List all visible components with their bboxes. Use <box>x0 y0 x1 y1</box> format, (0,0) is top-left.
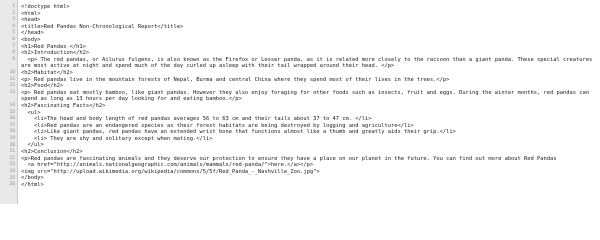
code-line[interactable]: <img src="http://upload.wikimedia.org/wi… <box>21 169 600 176</box>
line-number: 11 <box>9 76 15 82</box>
code-text: <html> <box>21 10 41 17</box>
code-area[interactable]: <!doctype html> <html> <head> <title>Red Pa… <box>18 0 600 204</box>
code-line[interactable]: <li>Like giant pandas, red pandas have a… <box>21 129 600 136</box>
line-number: 24 <box>9 169 15 174</box>
code-text: <li> They are shy and solitary except wh… <box>21 135 213 142</box>
line-number: 10 <box>9 70 15 75</box>
code-line[interactable]: <a href="http://animals.nationalgeograph… <box>21 162 600 169</box>
line-number: 7 <box>12 43 15 49</box>
line-number: 14 <box>9 103 15 108</box>
code-line[interactable]: spend as long as 13 hours per day lookin… <box>21 96 600 103</box>
code-text: <li>Red pandas are an endangered species… <box>21 122 414 129</box>
code-line[interactable]: <head> <box>21 17 600 24</box>
code-line[interactable]: <ul> <box>21 110 600 117</box>
code-line[interactable]: are most active at night and spend much … <box>21 63 600 70</box>
line-number: 6 <box>12 37 15 42</box>
line-number: 9 <box>12 56 15 62</box>
code-editor[interactable]: <!doctype html> <html> <head> <title>Red Pa… <box>0 0 600 204</box>
line-number: 5 <box>12 30 15 36</box>
line-number: 1 <box>12 4 15 9</box>
line-number: 15 <box>9 109 15 115</box>
line-number: 22 <box>9 155 15 161</box>
line-number: 25 <box>9 175 15 181</box>
code-text: <img src="http://upload.wikimedia.org/wi… <box>21 168 320 175</box>
code-text: <title>Red Pandas Non-Chronological Repo… <box>21 23 184 30</box>
code-text: <body> <box>21 36 41 43</box>
line-number: 2 <box>12 10 15 16</box>
line-number: 8 <box>12 50 15 56</box>
code-text: <h2>Fascinating Facts</h2> <box>21 102 106 109</box>
code-line[interactable]: <h2>Introduction</h2> <box>21 50 600 57</box>
code-text: <p>Red pandas are fascinating animals an… <box>21 155 557 162</box>
code-text: <h1>Red Pandas </h1> <box>21 43 86 50</box>
code-line[interactable]: <p> The red pandas, or Ailurus fulgens, … <box>21 57 600 64</box>
code-text: <p> Red pandas live in the mountain fore… <box>21 76 450 83</box>
line-number: 20 <box>9 142 15 148</box>
code-line[interactable]: <h2>Habitat</h2> <box>21 70 600 77</box>
code-line[interactable]: <p>Red pandas are fascinating animals an… <box>21 156 600 163</box>
code-text: are most active at night and spend much … <box>21 63 395 70</box>
code-line[interactable]: <li> They are shy and solitary except wh… <box>21 136 600 143</box>
code-line[interactable]: <h1>Red Pandas </h1> <box>21 44 600 51</box>
code-text: </ul> <box>21 142 44 149</box>
code-line[interactable]: </head> <box>21 30 600 37</box>
line-number: 23 <box>9 162 15 168</box>
code-line[interactable]: <h2>Fascinating Facts</h2> <box>21 103 600 110</box>
line-number: 17 <box>9 122 15 128</box>
code-line[interactable]: </body> <box>21 175 600 182</box>
code-line[interactable]: <body> <box>21 37 600 44</box>
line-number: 12 <box>9 83 15 89</box>
line-number: 4 <box>12 23 15 29</box>
code-text: spend as long as 13 hours per day lookin… <box>21 96 242 103</box>
line-number: 13 <box>9 89 15 95</box>
code-line[interactable]: <h2>Conclusion</h2> <box>21 149 600 156</box>
code-text: </head> <box>21 30 44 37</box>
code-line[interactable]: <h2>Food</h2> <box>21 83 600 90</box>
code-line[interactable]: </ul> <box>21 142 600 149</box>
code-line[interactable]: <title>Red Pandas Non-Chronological Repo… <box>21 24 600 31</box>
line-number: 21 <box>9 149 15 155</box>
code-text: </body> <box>21 175 44 182</box>
code-line[interactable]: <p> Red pandas eat mostly bamboo, like g… <box>21 90 600 97</box>
code-line[interactable]: <li>The head and body length of red pand… <box>21 116 600 123</box>
code-line[interactable]: </html> <box>21 182 600 189</box>
code-text: <head> <box>21 17 41 24</box>
line-number: 16 <box>9 116 15 122</box>
code-text: <ul> <box>21 109 41 116</box>
line-number: 19 <box>9 136 15 141</box>
code-line[interactable]: <p> Red pandas live in the mountain fore… <box>21 77 600 84</box>
code-text: <li>The head and body length of red pand… <box>21 116 372 123</box>
code-line[interactable]: <!doctype html> <box>21 4 600 11</box>
code-text: <h2>Food</h2> <box>21 83 64 90</box>
code-text: <!doctype html> <box>21 4 70 10</box>
line-number: 26 <box>9 182 15 188</box>
line-number: 18 <box>9 129 15 135</box>
code-text: <p> Red pandas eat mostly bamboo, like g… <box>21 89 589 96</box>
code-text: <h2>Introduction</h2> <box>21 50 90 57</box>
code-text: <a href="http://animals.nationalgeograph… <box>21 162 314 169</box>
code-line[interactable]: <li>Red pandas are an endangered species… <box>21 123 600 130</box>
code-text: <p> The red pandas, or Ailurus fulgens, … <box>21 56 593 63</box>
code-text: </html> <box>21 182 44 189</box>
code-text: <li>Like giant pandas, red pandas have a… <box>21 129 456 136</box>
code-text: <h2>Conclusion</h2> <box>21 149 83 156</box>
code-text: <h2>Habitat</h2> <box>21 69 73 76</box>
line-number: 3 <box>12 17 15 23</box>
code-line[interactable]: <html> <box>21 11 600 18</box>
